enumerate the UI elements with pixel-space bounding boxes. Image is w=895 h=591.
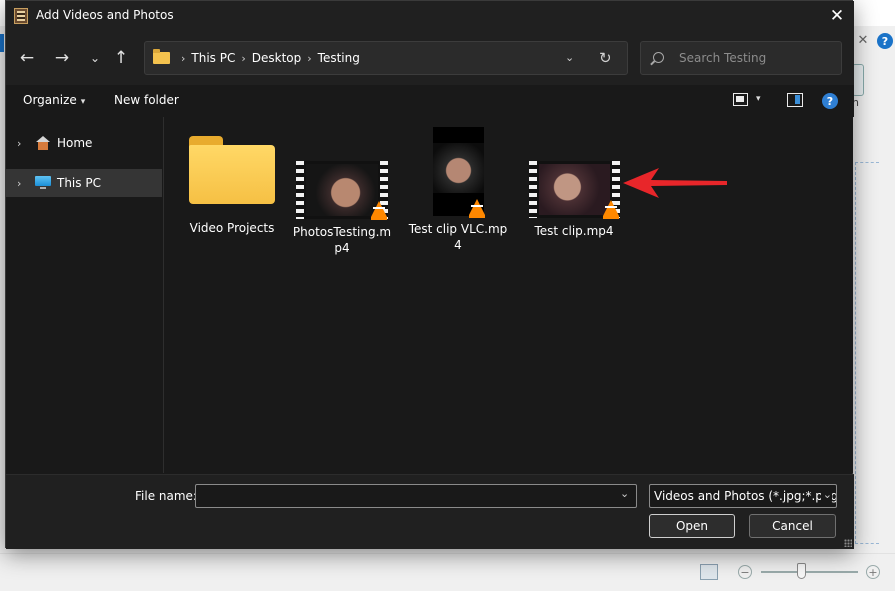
arrow-up-icon: ↑ (113, 48, 129, 68)
sidebar-item-label: Home (57, 136, 93, 150)
dialog-titlebar: Add Videos and Photos ✕ (6, 1, 854, 31)
close-icon: ✕ (829, 6, 845, 26)
breadcrumb: › This PC › Desktop › Testing (175, 51, 360, 65)
file-name-input[interactable] (195, 484, 637, 508)
file-item-test-clip-mp4[interactable]: Test clip.mp4 (524, 161, 624, 239)
add-videos-photos-dialog: Add Videos and Photos ✕ ← → ⌄ ↑ › This P… (5, 0, 854, 549)
sidebar-item-home[interactable]: › Home (6, 129, 162, 157)
caret-down-icon: ▾ (80, 97, 86, 107)
close-button[interactable]: ✕ (822, 4, 852, 28)
zoom-in-icon[interactable]: + (866, 565, 880, 579)
open-button[interactable]: Open (649, 514, 735, 538)
chevron-down-icon: ⌄ (820, 488, 832, 501)
dialog-footer: File name: ⌄ Videos and Photos (*.jpg;*.… (6, 474, 854, 549)
refresh-icon[interactable]: ↻ (599, 49, 612, 67)
chevron-down-icon: ⌄ (89, 51, 101, 65)
address-bar[interactable]: › This PC › Desktop › Testing ⌄ ↻ (144, 41, 628, 75)
breadcrumb-separator[interactable]: › (241, 52, 245, 65)
annotation-arrow-icon (623, 168, 727, 198)
back-button[interactable]: ← (14, 45, 40, 71)
vlc-icon (602, 200, 619, 219)
help-icon[interactable]: ? (822, 93, 838, 109)
zoom-slider-track[interactable] (761, 571, 858, 573)
expand-chevron-icon[interactable]: › (17, 137, 27, 150)
search-box[interactable] (640, 41, 842, 75)
arrow-left-icon: ← (19, 48, 35, 68)
breadcrumb-desktop[interactable]: Desktop (252, 51, 302, 65)
file-item-video-projects[interactable]: Video Projects (182, 136, 282, 236)
file-name: PhotosTesting.mp4 (292, 225, 392, 255)
background-accent (0, 34, 4, 52)
preview-pane-icon[interactable] (787, 93, 803, 107)
breadcrumb-separator[interactable]: › (307, 52, 311, 65)
file-item-test-clip-vlc-mp4[interactable]: Test clip VLC.mp4 (408, 127, 508, 253)
breadcrumb-testing[interactable]: Testing (318, 51, 360, 65)
new-folder-button[interactable]: New folder (114, 93, 179, 107)
folder-icon (153, 49, 170, 64)
file-item-photostesting-mp4[interactable]: PhotosTesting.mp4 (292, 161, 392, 256)
arrow-right-icon: → (54, 48, 70, 68)
file-name-label: File name: (135, 489, 197, 503)
organize-button[interactable]: Organize ▾ (23, 93, 85, 107)
change-view-icon[interactable] (733, 93, 748, 106)
video-thumbnail (528, 161, 620, 219)
up-button[interactable]: ↑ (108, 45, 134, 71)
zoom-slider-thumb[interactable] (797, 563, 806, 579)
recent-locations-button[interactable]: ⌄ (82, 45, 108, 71)
cancel-button[interactable]: Cancel (749, 514, 836, 538)
breadcrumb-this-pc[interactable]: This PC (191, 51, 235, 65)
navigation-pane: › Home › This PC (6, 117, 164, 473)
video-thumbnail (296, 161, 388, 220)
background-view-icon[interactable] (700, 564, 718, 580)
search-input[interactable] (679, 49, 835, 67)
background-drop-zone (855, 162, 879, 544)
search-icon (653, 52, 664, 63)
command-bar: Organize ▾ New folder ▾ ? (6, 85, 854, 117)
computer-icon (35, 176, 51, 190)
zoom-out-icon[interactable]: − (738, 565, 752, 579)
dialog-title: Add Videos and Photos (36, 8, 174, 22)
sidebar-item-this-pc[interactable]: › This PC (6, 169, 162, 197)
forward-button[interactable]: → (49, 45, 75, 71)
file-name-dropdown-icon[interactable]: ⌄ (620, 487, 629, 500)
expand-chevron-icon[interactable]: › (17, 177, 27, 190)
file-name: Test clip.mp4 (534, 224, 614, 238)
file-list: Video Projects PhotosTesting.mp4 Test cl… (165, 117, 853, 473)
film-app-icon (14, 8, 28, 24)
organize-label: Organize (23, 93, 77, 107)
address-history-icon[interactable]: ⌄ (565, 51, 574, 64)
background-help-icon[interactable]: ? (877, 33, 893, 49)
file-name: Test clip VLC.mp4 (408, 222, 508, 252)
folder-icon (189, 136, 275, 204)
home-icon (35, 136, 51, 150)
background-close-icon[interactable]: ✕ (856, 33, 870, 48)
sidebar-item-label: This PC (57, 176, 101, 190)
resize-grip-icon[interactable] (844, 539, 852, 547)
file-type-value: Videos and Photos (*.jpg;*.png; (654, 489, 837, 503)
navigation-bar: ← → ⌄ ↑ › This PC › Desktop › Testing ⌄ … (6, 31, 854, 85)
file-name: Video Projects (189, 221, 275, 235)
vlc-icon (468, 199, 485, 218)
video-thumbnail (432, 127, 485, 218)
file-type-select[interactable]: Videos and Photos (*.jpg;*.png; ⌄ (649, 484, 837, 508)
view-options-caret-icon[interactable]: ▾ (756, 94, 761, 104)
breadcrumb-separator: › (181, 51, 186, 65)
vlc-icon (371, 201, 387, 220)
